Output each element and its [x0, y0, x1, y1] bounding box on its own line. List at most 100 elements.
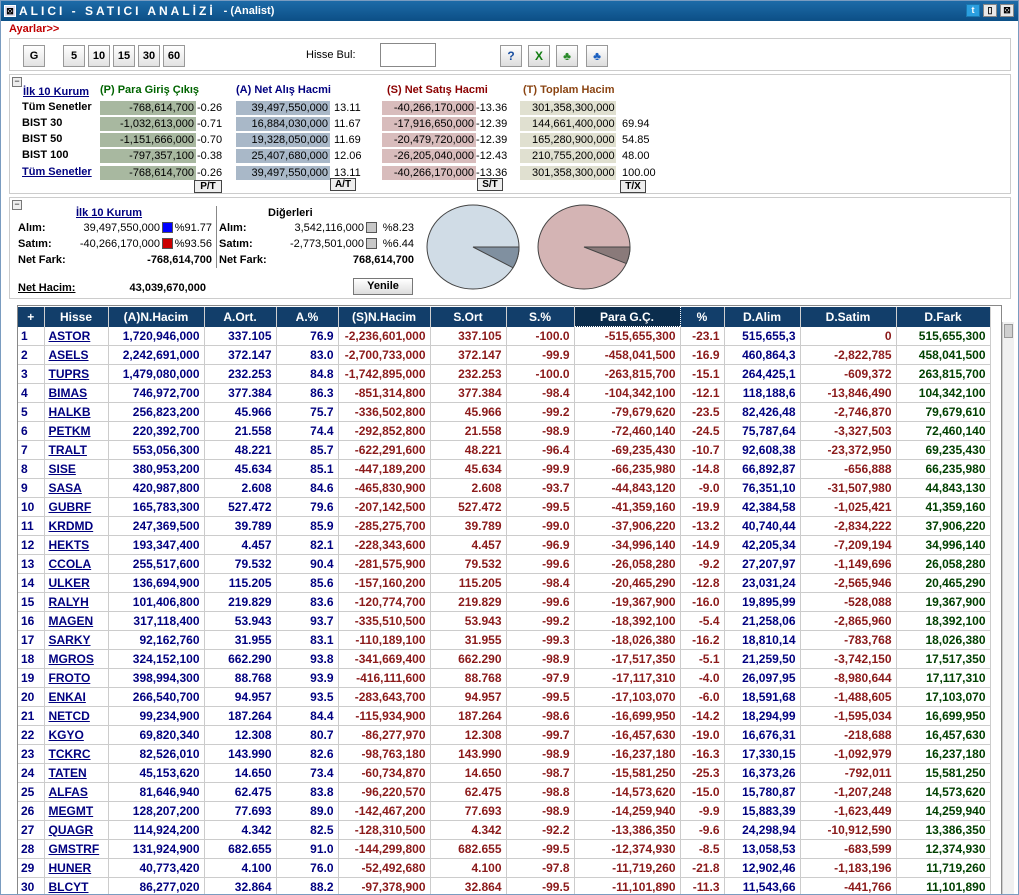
at-button[interactable]: A/T: [330, 178, 356, 191]
table-row[interactable]: 17 SARKY 92,162,760 31.955 83.1 -110,189,100 3…: [18, 630, 991, 650]
close-icon[interactable]: ⊠: [1000, 4, 1014, 17]
table-row[interactable]: 28 GMSTRF 131,924,900 682.655 91.0 -144,299,8…: [18, 839, 991, 859]
stock-symbol-link[interactable]: GMSTRF: [44, 839, 109, 859]
collapse-icon[interactable]: −: [12, 200, 22, 210]
period-button-60[interactable]: 60: [163, 45, 185, 67]
table-row[interactable]: 14 ULKER 136,694,900 115.205 85.6 -157,160,20…: [18, 573, 991, 593]
table-row[interactable]: 23 TCKRC 82,526,010 143.990 82.6 -98,763,180 1…: [18, 744, 991, 764]
column-header[interactable]: D.Alim: [724, 306, 801, 327]
column-header[interactable]: (A)N.Hacim: [108, 306, 205, 327]
minimize-icon[interactable]: ▯: [983, 4, 997, 17]
stock-symbol-link[interactable]: SASA: [44, 478, 109, 498]
excel-icon[interactable]: X: [528, 45, 550, 67]
stock-symbol-link[interactable]: MEGMT: [44, 801, 109, 821]
table-row[interactable]: 13 CCOLA 255,517,600 79.532 90.4 -281,575,900…: [18, 554, 991, 574]
table-row[interactable]: 27 QUAGR 114,924,200 4.342 82.5 -128,310,500 4…: [18, 820, 991, 840]
period-button-30[interactable]: 30: [138, 45, 160, 67]
column-header[interactable]: Hisse: [44, 306, 109, 327]
period-button-g[interactable]: G: [23, 45, 45, 67]
table-row[interactable]: 25 ALFAS 81,646,940 62.475 83.8 -96,220,570 62…: [18, 782, 991, 802]
vertical-scrollbar[interactable]: [1002, 322, 1014, 894]
column-header[interactable]: %: [680, 306, 725, 327]
table-row[interactable]: 15 RALYH 101,406,800 219.829 83.6 -120,774,70…: [18, 592, 991, 612]
stock-symbol-link[interactable]: BIMAS: [44, 383, 109, 403]
stock-symbol-link[interactable]: ASELS: [44, 345, 109, 365]
column-header[interactable]: +: [18, 306, 45, 327]
stock-symbol-link[interactable]: ASTOR: [44, 326, 109, 346]
stock-symbol-link[interactable]: RALYH: [44, 592, 109, 612]
stock-symbol-link[interactable]: ULKER: [44, 573, 109, 593]
stock-symbol-link[interactable]: SARKY: [44, 630, 109, 650]
column-header[interactable]: D.Fark: [896, 306, 991, 327]
table-row[interactable]: 21 NETCD 99,234,900 187.264 84.4 -115,934,900…: [18, 706, 991, 726]
stock-symbol-link[interactable]: QUAGR: [44, 820, 109, 840]
search-input[interactable]: [380, 43, 436, 67]
summary-row-label[interactable]: Tüm Senetler: [22, 166, 92, 178]
stock-symbol-link[interactable]: HUNER: [44, 858, 109, 878]
table-row[interactable]: 12 HEKTS 193,347,400 4.457 82.1 -228,343,600 4…: [18, 535, 991, 555]
table-row[interactable]: 1 ASTOR 1,720,946,000 337.105 76.9 -2,236,601…: [18, 326, 991, 346]
stock-symbol-link[interactable]: TUPRS: [44, 364, 109, 384]
stock-symbol-link[interactable]: MAGEN: [44, 611, 109, 631]
column-header[interactable]: D.Satim: [800, 306, 897, 327]
settings-link[interactable]: Ayarlar>>: [9, 23, 59, 35]
pt-button[interactable]: P/T: [194, 180, 222, 193]
group-green-icon[interactable]: ♣: [556, 45, 578, 67]
table-row[interactable]: 5 HALKB 256,823,200 45.966 75.7 -336,502,800 4…: [18, 402, 991, 422]
table-row[interactable]: 7 TRALT 553,056,300 48.221 85.7 -622,291,600 4…: [18, 440, 991, 460]
collapse-icon[interactable]: −: [12, 77, 22, 87]
stock-symbol-link[interactable]: TCKRC: [44, 744, 109, 764]
table-row[interactable]: 24 TATEN 45,153,620 14.650 73.4 -60,734,870 14…: [18, 763, 991, 783]
table-row[interactable]: 18 MGROS 324,152,100 662.290 93.8 -341,669,40…: [18, 649, 991, 669]
help-icon[interactable]: ?: [500, 45, 522, 67]
top10-breakdown-link[interactable]: İlk 10 Kurum: [76, 207, 142, 219]
column-header[interactable]: S.%: [506, 306, 575, 327]
stock-symbol-link[interactable]: FROTO: [44, 668, 109, 688]
stock-symbol-link[interactable]: BLCYT: [44, 877, 109, 894]
stock-symbol-link[interactable]: SISE: [44, 459, 109, 479]
tx-button[interactable]: T/X: [620, 180, 646, 193]
column-header[interactable]: A.Ort.: [204, 306, 277, 327]
table-row[interactable]: 9 SASA 420,987,800 2.608 84.6 -465,830,900 2.6…: [18, 478, 991, 498]
table-row[interactable]: 3 TUPRS 1,479,080,000 232.253 84.8 -1,742,895…: [18, 364, 991, 384]
stock-symbol-link[interactable]: HEKTS: [44, 535, 109, 555]
table-row[interactable]: 11 KRDMD 247,369,500 39.789 85.9 -285,275,700…: [18, 516, 991, 536]
table-row[interactable]: 29 HUNER 40,773,420 4.100 76.0 -52,492,680 4.1…: [18, 858, 991, 878]
period-button-5[interactable]: 5: [63, 45, 85, 67]
table-row[interactable]: 16 MAGEN 317,118,400 53.943 93.7 -335,510,500…: [18, 611, 991, 631]
title-bar[interactable]: ⊠ ALICI - SATICI ANALİZİ - (Analist) t ▯…: [1, 1, 1018, 21]
table-row[interactable]: 2 ASELS 2,242,691,000 372.147 83.0 -2,700,733…: [18, 345, 991, 365]
window-menu-icon[interactable]: ⊠: [4, 5, 16, 17]
scroll-thumb[interactable]: [1004, 324, 1013, 338]
stock-symbol-link[interactable]: ALFAS: [44, 782, 109, 802]
period-button-15[interactable]: 15: [113, 45, 135, 67]
stock-symbol-link[interactable]: KRDMD: [44, 516, 109, 536]
table-row[interactable]: 4 BIMAS 746,972,700 377.384 86.3 -851,314,800…: [18, 383, 991, 403]
table-row[interactable]: 20 ENKAI 266,540,700 94.957 93.5 -283,643,700…: [18, 687, 991, 707]
twitter-icon[interactable]: t: [966, 4, 980, 17]
stock-symbol-link[interactable]: TATEN: [44, 763, 109, 783]
table-row[interactable]: 8 SISE 380,953,200 45.634 85.1 -447,189,200 45…: [18, 459, 991, 479]
stock-symbol-link[interactable]: PETKM: [44, 421, 109, 441]
broker-table[interactable]: + Hisse (A)N.Hacim A.Ort. A.% (S)N.Hacim S.Ort…: [17, 305, 1002, 894]
stock-symbol-link[interactable]: NETCD: [44, 706, 109, 726]
top10-link[interactable]: İlk 10 Kurum: [23, 86, 89, 98]
column-header[interactable]: S.Ort: [430, 306, 507, 327]
stock-symbol-link[interactable]: CCOLA: [44, 554, 109, 574]
stock-symbol-link[interactable]: MGROS: [44, 649, 109, 669]
table-row[interactable]: 6 PETKM 220,392,700 21.558 74.4 -292,852,800 2…: [18, 421, 991, 441]
st-button[interactable]: S/T: [477, 178, 503, 191]
table-row[interactable]: 10 GUBRF 165,783,300 527.472 79.6 -207,142,50…: [18, 497, 991, 517]
table-row[interactable]: 22 KGYO 69,820,340 12.308 80.7 -86,277,970 12.…: [18, 725, 991, 745]
column-header[interactable]: A.%: [276, 306, 339, 327]
stock-symbol-link[interactable]: HALKB: [44, 402, 109, 422]
stock-symbol-link[interactable]: ENKAI: [44, 687, 109, 707]
stock-symbol-link[interactable]: TRALT: [44, 440, 109, 460]
column-header[interactable]: (S)N.Hacim: [338, 306, 431, 327]
stock-symbol-link[interactable]: KGYO: [44, 725, 109, 745]
table-row[interactable]: 19 FROTO 398,994,300 88.768 93.9 -416,111,600…: [18, 668, 991, 688]
table-row[interactable]: 30 BLCYT 86,277,020 32.864 88.2 -97,378,900 32…: [18, 877, 991, 894]
period-button-10[interactable]: 10: [88, 45, 110, 67]
stock-symbol-link[interactable]: GUBRF: [44, 497, 109, 517]
refresh-button[interactable]: Yenile: [353, 278, 413, 295]
